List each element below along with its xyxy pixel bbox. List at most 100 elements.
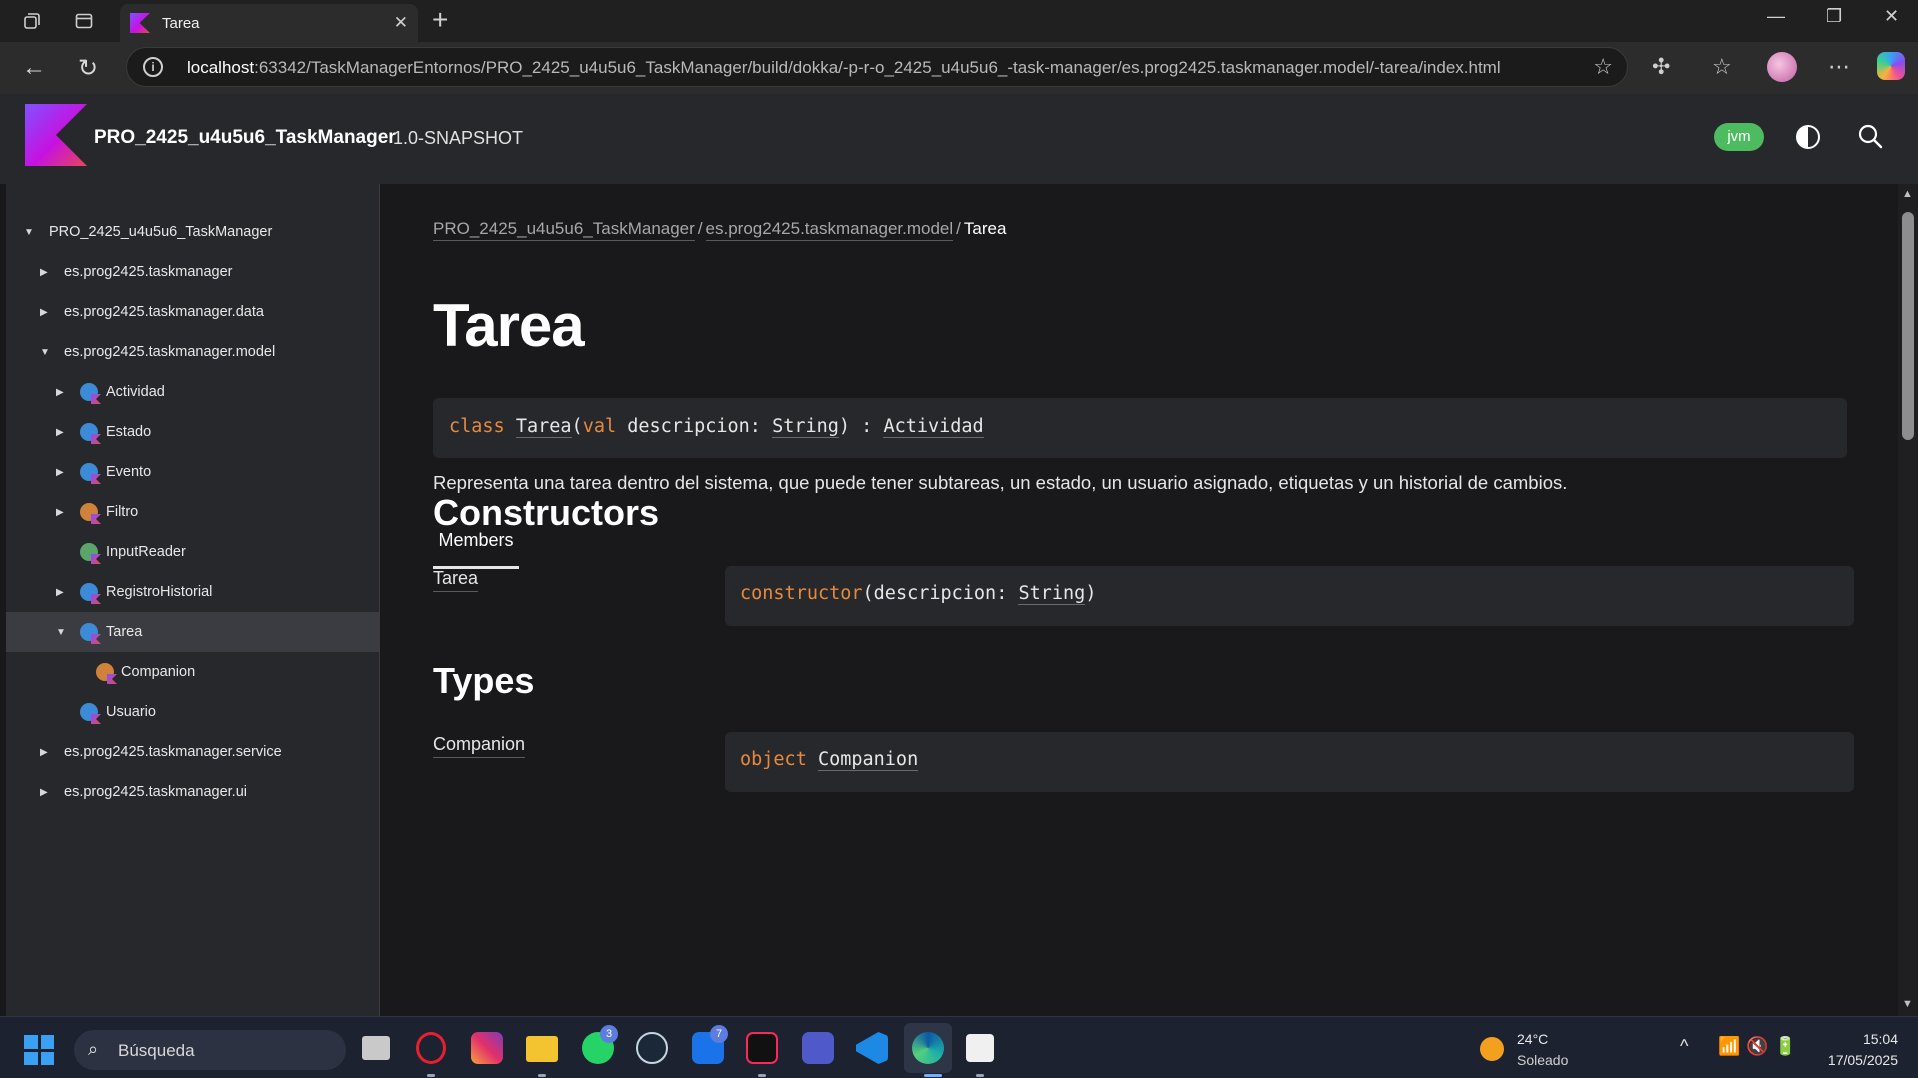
sidebar-item-companion[interactable]: Companion: [6, 652, 379, 692]
snipping-tool-icon[interactable]: [966, 1034, 994, 1062]
edge-icon[interactable]: [912, 1032, 944, 1064]
type-name-link[interactable]: Companion: [433, 734, 526, 758]
param-type-link[interactable]: String: [1018, 583, 1086, 605]
expand-caret-icon[interactable]: ▼: [24, 227, 34, 238]
vscode-icon[interactable]: [856, 1032, 888, 1064]
sidebar-item-package-data[interactable]: ▶ es.prog2425.taskmanager.data: [6, 292, 379, 332]
scroll-thumb[interactable]: [1902, 212, 1914, 440]
opera-icon[interactable]: [416, 1032, 446, 1064]
expand-caret-icon[interactable]: ▶: [56, 507, 64, 518]
show-hidden-icons-chevron-icon[interactable]: ^: [1680, 1036, 1688, 1057]
sidebar-item-actividad[interactable]: ▶ Actividad: [6, 372, 379, 412]
file-explorer-icon[interactable]: [526, 1036, 558, 1062]
type-link[interactable]: Companion: [817, 749, 919, 771]
sidebar-item-package-taskmanager[interactable]: ▶ es.prog2425.taskmanager: [6, 252, 379, 292]
sidebar-item-package-model[interactable]: ▼ es.prog2425.taskmanager.model: [6, 332, 379, 372]
clock-date[interactable]: 17/05/2025: [1828, 1052, 1898, 1068]
favorites-icon[interactable]: ☆: [1712, 54, 1732, 80]
breadcrumb-separator: /: [697, 219, 703, 238]
address-bar[interactable]: i localhost:63342/TaskManagerEntornos/PR…: [126, 47, 1628, 87]
breadcrumb-package-link[interactable]: es.prog2425.taskmanager.model: [705, 219, 954, 241]
collapse-caret-icon[interactable]: ▼: [56, 627, 66, 638]
expand-caret-icon[interactable]: ▶: [56, 427, 64, 438]
windows-start-icon[interactable]: [24, 1035, 54, 1065]
vertical-tabs-icon[interactable]: [72, 9, 96, 33]
taskbar-search[interactable]: ⌕ Búsqueda: [74, 1030, 346, 1070]
expand-caret-icon[interactable]: ▶: [56, 467, 64, 478]
more-options-icon[interactable]: ⋯: [1828, 54, 1850, 80]
weather-temperature[interactable]: 24°C: [1517, 1031, 1548, 1047]
close-tab-icon[interactable]: ✕: [394, 13, 408, 33]
sidebar-item-tarea[interactable]: ▼ Tarea: [6, 612, 379, 652]
restore-icon[interactable]: ❐: [1826, 6, 1842, 27]
task-view-icon[interactable]: [362, 1036, 390, 1060]
sidebar-item-evento[interactable]: ▶ Evento: [6, 452, 379, 492]
page-title: Tarea: [433, 292, 585, 359]
wifi-icon[interactable]: 📶: [1718, 1036, 1740, 1057]
scroll-down-icon[interactable]: ▼: [1902, 998, 1913, 1010]
collapse-caret-icon[interactable]: ▼: [40, 347, 50, 358]
url-text[interactable]: localhost:63342/TaskManagerEntornos/PRO_…: [187, 58, 1501, 78]
project-name[interactable]: PRO_2425_u4u5u6_TaskManager: [94, 127, 396, 149]
sidebar-item-package-service[interactable]: ▶ es.prog2425.taskmanager.service: [6, 732, 379, 772]
sidebar-item-estado[interactable]: ▶ Estado: [6, 412, 379, 452]
active-browser-tab[interactable]: Tarea ✕: [120, 4, 418, 42]
workspaces-icon[interactable]: [20, 9, 44, 33]
reload-icon[interactable]: ↻: [78, 54, 98, 83]
class-name-link[interactable]: Tarea: [515, 416, 572, 438]
sidebar-item-label: es.prog2425.taskmanager.data: [64, 304, 264, 320]
class-icon: [80, 703, 98, 721]
favorite-star-icon[interactable]: ☆: [1593, 54, 1613, 80]
expand-caret-icon[interactable]: ▶: [40, 747, 48, 758]
breadcrumb-project-link[interactable]: PRO_2425_u4u5u6_TaskManager: [433, 219, 695, 241]
paren-open: (: [862, 583, 874, 604]
sidebar-item-package-ui[interactable]: ▶ es.prog2425.taskmanager.ui: [6, 772, 379, 812]
running-indicator: [976, 1074, 984, 1077]
constructor-name-link[interactable]: Tarea: [433, 568, 479, 592]
supertype-link[interactable]: Actividad: [883, 416, 984, 438]
colon: :: [996, 583, 1008, 604]
profile-avatar[interactable]: [1767, 52, 1797, 82]
expand-caret-icon[interactable]: ▶: [40, 787, 48, 798]
scroll-up-icon[interactable]: ▲: [1902, 188, 1913, 200]
platform-filter-badge[interactable]: jvm: [1714, 123, 1764, 151]
sidebar-item-label: es.prog2425.taskmanager: [64, 264, 233, 280]
sidebar-item-usuario[interactable]: Usuario: [6, 692, 379, 732]
theme-toggle-icon[interactable]: [1796, 125, 1820, 149]
expand-caret-icon[interactable]: ▶: [40, 267, 48, 278]
param-name: descripcion: [873, 583, 997, 604]
back-icon[interactable]: ←: [22, 54, 46, 82]
page-scrollbar[interactable]: ▲ ▼: [1898, 184, 1918, 1016]
sidebar-item-inputreader[interactable]: InputReader: [6, 532, 379, 572]
minimize-icon[interactable]: —: [1767, 6, 1785, 27]
class-icon: [80, 623, 98, 641]
expand-caret-icon[interactable]: ▶: [56, 387, 64, 398]
steam-icon[interactable]: [636, 1032, 668, 1064]
sidebar-item-project[interactable]: ▼ PRO_2425_u4u5u6_TaskManager: [6, 212, 379, 252]
url-path: :63342/TaskManagerEntornos/PRO_2425_u4u5…: [254, 58, 1501, 77]
param-type-link[interactable]: String: [772, 416, 839, 438]
sidebar-item-registrohistorial[interactable]: ▶ RegistroHistorial: [6, 572, 379, 612]
object-icon: [80, 503, 98, 521]
copilot-icon[interactable]: [1877, 52, 1905, 80]
volume-muted-icon[interactable]: 🔇: [1746, 1036, 1768, 1057]
sun-icon[interactable]: [1480, 1037, 1504, 1061]
weather-description[interactable]: Soleado: [1517, 1052, 1568, 1068]
clock-time[interactable]: 15:04: [1863, 1031, 1898, 1047]
navigation-sidebar: ▼ PRO_2425_u4u5u6_TaskManager ▶ es.prog2…: [6, 184, 380, 1016]
battery-icon[interactable]: 🔋: [1774, 1036, 1796, 1057]
sidebar-item-filtro[interactable]: ▶ Filtro: [6, 492, 379, 532]
search-icon[interactable]: [1856, 122, 1884, 150]
teams-icon[interactable]: [802, 1032, 834, 1064]
site-info-icon[interactable]: i: [143, 57, 163, 77]
expand-caret-icon[interactable]: ▶: [40, 307, 48, 318]
window-close-icon[interactable]: ✕: [1884, 6, 1899, 27]
instagram-icon[interactable]: [471, 1032, 503, 1064]
new-tab-icon[interactable]: +: [432, 4, 448, 36]
expand-caret-icon[interactable]: ▶: [56, 587, 64, 598]
intellij-icon[interactable]: [746, 1032, 778, 1064]
constructors-heading: Constructors: [433, 492, 660, 533]
class-description: Representa una tarea dentro del sistema,…: [433, 472, 1568, 493]
kotlin-logo-icon[interactable]: [25, 104, 87, 166]
extensions-icon[interactable]: ✣: [1652, 54, 1670, 80]
